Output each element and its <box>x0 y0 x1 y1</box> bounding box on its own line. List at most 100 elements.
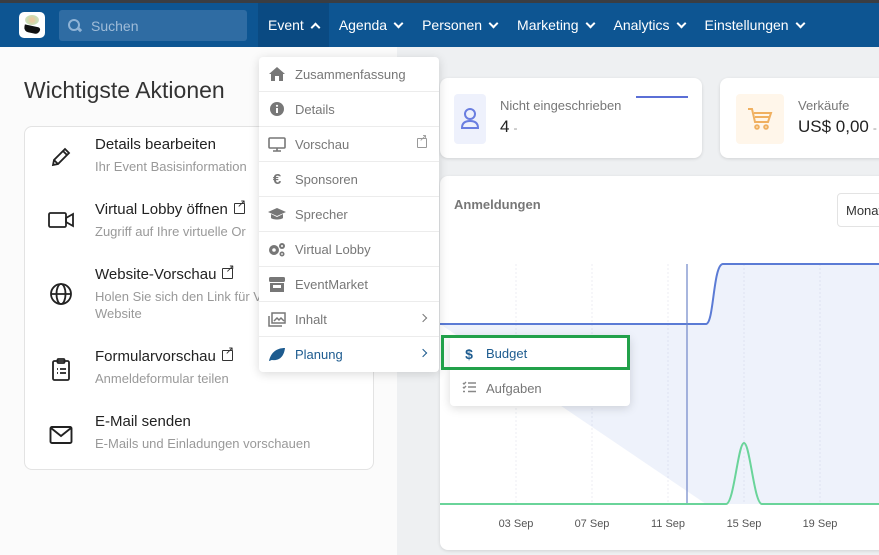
kpi-value: US$ 0,00- <box>798 117 877 137</box>
action-subtitle: Anmeldeformular teilen <box>95 371 229 386</box>
tasks-icon <box>460 381 478 396</box>
search-icon <box>68 18 82 33</box>
menu-item-label: Vorschau <box>295 136 350 152</box>
nav-event-label: Event <box>268 17 304 33</box>
top-navbar: Event Agenda Personen Marketing Analytic… <box>0 3 879 47</box>
planung-submenu: $ Budget Aufgaben <box>450 336 630 406</box>
leaf-icon <box>267 347 287 362</box>
nav-personen[interactable]: Personen <box>412 3 507 47</box>
kpi-value-text: US$ 0,00 <box>798 117 869 136</box>
event-dropdown-menu: Zusammenfassung Details Vorschau € Spons… <box>259 57 439 372</box>
action-send-email[interactable]: E-Mail senden E-Mails und Einladungen vo… <box>25 413 375 463</box>
nav-einstellungen-label: Einstellungen <box>704 17 789 33</box>
menu-item-planung[interactable]: Planung <box>259 337 439 372</box>
logo-shape <box>23 24 41 35</box>
menu-item-sponsoren[interactable]: € Sponsoren <box>259 162 439 197</box>
nav-agenda-label: Agenda <box>338 17 388 33</box>
external-link-icon <box>417 133 427 148</box>
action-title-text: Website-Vorschau <box>95 266 217 283</box>
chevron-right-icon <box>418 313 428 323</box>
chevron-down-icon <box>585 18 595 28</box>
x-tick-label: 11 Sep <box>651 518 685 530</box>
app-logo[interactable] <box>19 12 45 38</box>
external-link-icon <box>233 197 246 214</box>
submenu-item-label: Budget <box>486 346 528 361</box>
menu-item-sprecher[interactable]: Sprecher <box>259 197 439 232</box>
cart-icon <box>736 94 784 144</box>
menu-item-zusammenfassung[interactable]: Zusammenfassung <box>259 57 439 92</box>
chevron-down-icon <box>676 18 686 28</box>
external-link-icon <box>222 262 235 279</box>
nav-analytics[interactable]: Analytics <box>604 3 695 47</box>
envelope-icon <box>47 421 75 449</box>
key-actions-title: Wichtigste Aktionen <box>24 77 225 103</box>
store-icon <box>267 276 287 292</box>
chevron-down-icon <box>795 18 806 28</box>
x-tick-label: 07 Sep <box>575 518 610 530</box>
submenu-item-aufgaben[interactable]: Aufgaben <box>450 371 630 406</box>
submenu-item-label: Aufgaben <box>486 381 542 396</box>
info-icon <box>267 102 287 116</box>
kpi-sparkline <box>636 96 688 98</box>
menu-item-inhalt[interactable]: Inhalt <box>259 302 439 337</box>
dollar-icon: $ <box>465 345 473 362</box>
graduation-cap-icon <box>267 207 287 221</box>
action-title-text: Formularvorschau <box>95 348 216 365</box>
kpi-card-not-enrolled: Nicht eingeschrieben 4- <box>440 78 702 158</box>
external-link-icon <box>221 344 234 361</box>
x-tick-label: 19 Sep <box>803 518 838 530</box>
menu-item-eventmarket[interactable]: EventMarket <box>259 267 439 302</box>
home-icon <box>267 67 287 81</box>
menu-item-details[interactable]: Details <box>259 92 439 127</box>
kpi-label: Nicht eingeschrieben <box>500 98 622 113</box>
chevron-right-icon <box>418 348 428 358</box>
kpi-value-text: 4 <box>500 117 510 136</box>
submenu-item-budget[interactable]: $ Budget <box>450 336 630 371</box>
images-icon <box>267 311 287 327</box>
action-title: Formularvorschau <box>95 344 234 365</box>
period-select[interactable]: Monat <box>837 193 879 227</box>
menu-item-label: Virtual Lobby <box>295 241 371 257</box>
nav-event[interactable]: Event <box>258 3 329 47</box>
kpi-card-sales: Verkäufe US$ 0,00- <box>720 78 879 158</box>
main-nav: Event Agenda Personen Marketing Analytic… <box>258 3 814 47</box>
monitor-icon <box>267 136 287 152</box>
chevron-down-icon <box>393 18 404 28</box>
action-title: E-Mail senden <box>95 413 191 430</box>
nav-agenda[interactable]: Agenda <box>329 3 412 47</box>
search-box[interactable] <box>59 10 247 41</box>
x-tick-label: 03 Sep <box>499 518 534 530</box>
menu-item-label: Sponsoren <box>295 171 358 187</box>
user-icon <box>454 94 486 144</box>
kpi-trend: - <box>513 121 518 135</box>
kpi-label: Verkäufe <box>798 98 850 113</box>
nav-marketing-label: Marketing <box>517 17 579 33</box>
menu-item-label: EventMarket <box>295 276 368 292</box>
nav-analytics-label: Analytics <box>613 17 670 33</box>
logo-graphic <box>25 15 39 25</box>
menu-item-label: Sprecher <box>295 206 348 222</box>
action-title-text: Virtual Lobby öffnen <box>95 201 228 218</box>
globe-icon <box>47 280 75 308</box>
chevron-up-icon <box>310 22 321 32</box>
search-input[interactable] <box>91 17 241 34</box>
kpi-trend: - <box>872 121 877 135</box>
nav-personen-label: Personen <box>422 17 483 33</box>
pencil-icon <box>47 143 75 171</box>
chevron-down-icon <box>488 18 499 28</box>
euro-icon: € <box>272 170 282 188</box>
menu-item-label: Zusammenfassung <box>295 66 406 82</box>
action-title: Details bearbeiten <box>95 136 216 153</box>
menu-item-vorschau[interactable]: Vorschau <box>259 127 439 162</box>
action-subtitle: E-Mails und Einladungen vorschauen <box>95 436 311 451</box>
x-tick-label: 15 Sep <box>727 518 762 530</box>
nav-marketing[interactable]: Marketing <box>507 3 603 47</box>
menu-item-label: Details <box>295 101 335 117</box>
menu-item-label: Planung <box>295 347 343 362</box>
video-camera-icon <box>47 206 75 234</box>
clipboard-list-icon <box>47 356 75 384</box>
chart-title: Anmeldungen <box>454 197 541 212</box>
nav-einstellungen[interactable]: Einstellungen <box>695 3 814 47</box>
menu-item-virtual-lobby[interactable]: Virtual Lobby <box>259 232 439 267</box>
kpi-value: 4- <box>500 117 517 137</box>
